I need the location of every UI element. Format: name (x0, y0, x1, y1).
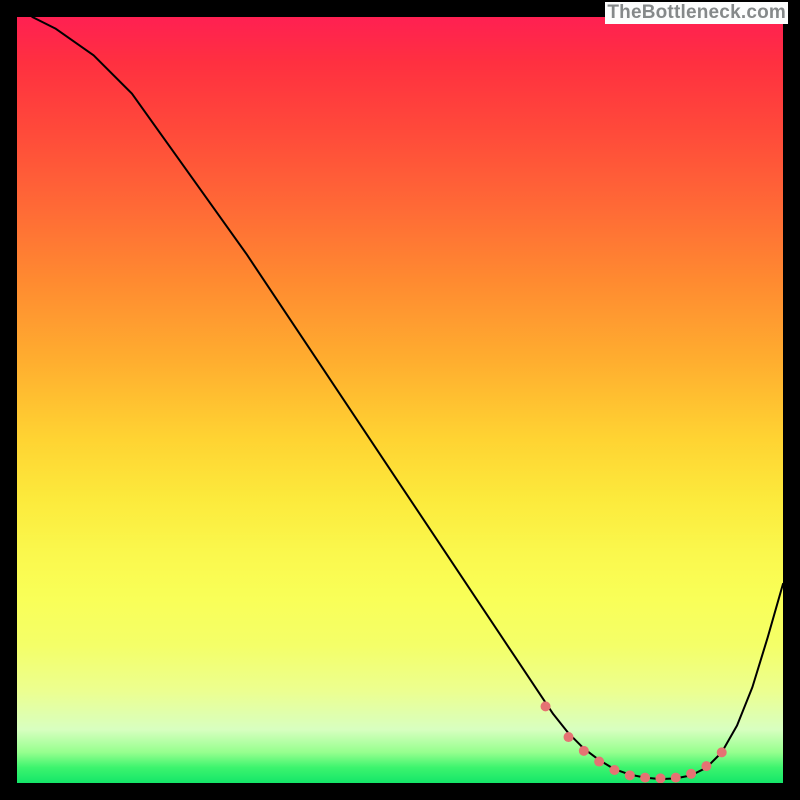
bottleneck-curve (32, 17, 783, 779)
optimal-dot (671, 773, 681, 783)
optimal-dot (541, 701, 551, 711)
plot-gradient-area (17, 17, 783, 783)
optimal-dot (686, 769, 696, 779)
optimal-dot (594, 757, 604, 767)
optimal-dot (564, 732, 574, 742)
optimal-dot (579, 746, 589, 756)
optimal-dot (609, 765, 619, 775)
line-chart-svg (17, 17, 783, 783)
optimal-dot (701, 761, 711, 771)
optimal-dot (717, 747, 727, 757)
optimal-dot (655, 773, 665, 783)
optimal-dot (625, 770, 635, 780)
watermark-text: TheBottleneck.com (605, 2, 788, 24)
chart-container: { "watermark": "TheBottleneck.com", "cha… (0, 0, 800, 800)
optimal-dot (640, 773, 650, 783)
curve-group (32, 17, 783, 779)
